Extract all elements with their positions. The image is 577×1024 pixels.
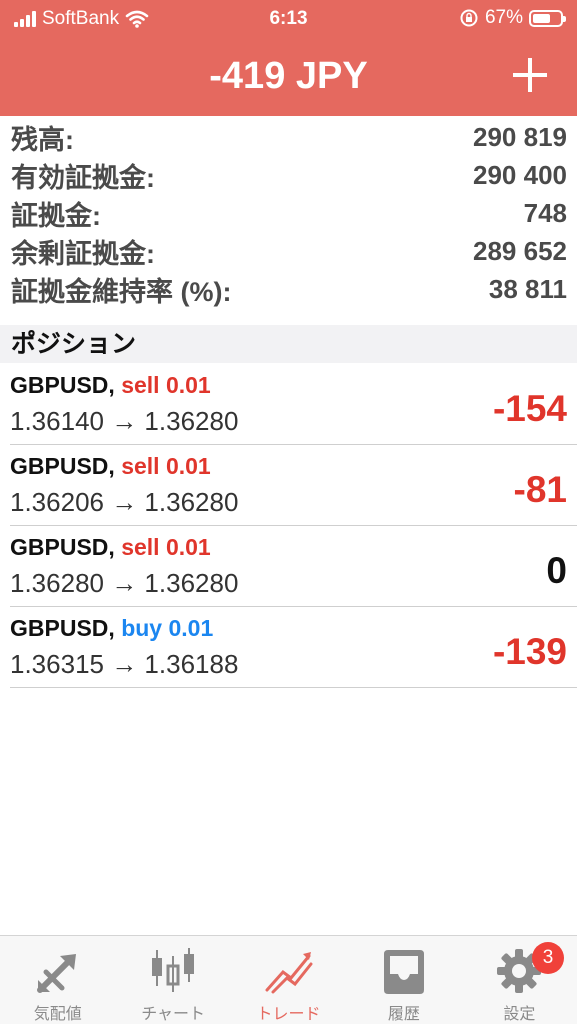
summary-row-margin: 証拠金: 748 (0, 194, 577, 232)
page-title: -419 JPY (209, 55, 368, 97)
summary-label: 余剰証拠金: (11, 238, 155, 269)
position-side: sell 0.01 (121, 534, 211, 560)
position-symbol: GBPUSD, (10, 372, 115, 398)
summary-row-free-margin: 余剰証拠金: 289 652 (0, 232, 577, 270)
position-symbol: GBPUSD, (10, 615, 115, 641)
summary-row-equity: 有効証拠金: 290 400 (0, 156, 577, 194)
tab-label: 履歴 (387, 1006, 420, 1023)
position-profit: -81 (513, 469, 567, 510)
position-title: GBPUSD, sell 0.01 (10, 534, 211, 561)
position-title: GBPUSD, sell 0.01 (10, 372, 211, 399)
positions-list: GBPUSD, sell 0.01 1.36140 → 1.36280 -154… (0, 364, 577, 688)
summary-label: 有効証拠金: (11, 162, 155, 193)
summary-value: 748 (523, 197, 567, 228)
tab-label: チャート (141, 1006, 206, 1023)
position-profit: -154 (492, 388, 567, 429)
position-symbol: GBPUSD, (10, 534, 115, 560)
inbox-history-icon (383, 950, 424, 994)
summary-row-balance: 残高: 290 819 (0, 118, 577, 156)
position-row[interactable]: GBPUSD, sell 0.01 1.36206 → 1.36280 -81 (10, 445, 577, 526)
status-bar: SoftBank 6:13 67% (0, 0, 577, 38)
quotes-arrows-icon (36, 954, 76, 993)
position-row[interactable]: GBPUSD, buy 0.01 1.36315 → 1.36188 -139 (10, 607, 577, 688)
summary-value: 290 819 (473, 121, 567, 152)
position-title: GBPUSD, sell 0.01 (10, 453, 211, 480)
tab-label: 気配値 (33, 1006, 82, 1023)
tab-quotes[interactable]: 気配値 (0, 936, 115, 1024)
position-prices: 1.36206 → 1.36280 (10, 487, 239, 517)
tab-label: トレード (256, 1006, 321, 1023)
position-row[interactable]: GBPUSD, sell 0.01 1.36140 → 1.36280 -154 (10, 364, 577, 445)
position-profit: 0 (546, 550, 567, 591)
position-side: buy 0.01 (121, 615, 214, 641)
tab-chart[interactable]: チャート (115, 936, 230, 1024)
summary-row-margin-level: 証拠金維持率 (%): 38 811 (0, 270, 577, 308)
account-summary: 残高: 290 819 有効証拠金: 290 400 証拠金: 748 余剰証拠… (0, 118, 577, 308)
tab-history[interactable]: 履歴 (346, 936, 461, 1024)
settings-badge: 3 (532, 942, 564, 974)
summary-label: 証拠金維持率 (%): (11, 276, 232, 307)
tab-label: 設定 (503, 1006, 536, 1023)
status-right: 67% (459, 7, 566, 29)
positions-section-header: ポジション (0, 325, 577, 363)
position-row[interactable]: GBPUSD, sell 0.01 1.36280 → 1.36280 0 (10, 526, 577, 607)
position-prices: 1.36280 → 1.36280 (10, 568, 239, 598)
position-profit: -139 (492, 631, 567, 672)
position-side: sell 0.01 (121, 453, 211, 479)
summary-value: 290 400 (473, 159, 567, 190)
plus-icon[interactable] (513, 58, 547, 92)
summary-value: 38 811 (488, 273, 567, 304)
battery-icon (529, 9, 566, 27)
position-title: GBPUSD, buy 0.01 (10, 615, 213, 642)
tab-trade[interactable]: トレード (231, 936, 346, 1024)
position-prices: 1.36315 → 1.36188 (10, 649, 239, 679)
orientation-lock-icon (460, 9, 478, 27)
bottom-tab-bar: 気配値 チャート トレード 履歴 設定 (0, 935, 577, 1024)
position-side: sell 0.01 (121, 372, 211, 398)
position-symbol: GBPUSD, (10, 453, 115, 479)
summary-label: 残高: (11, 124, 74, 155)
summary-value: 289 652 (473, 235, 567, 266)
trade-trend-icon (265, 952, 313, 994)
candlestick-chart-icon (152, 948, 195, 992)
position-prices: 1.36140 → 1.36280 (10, 406, 239, 436)
app-header: SoftBank 6:13 67% -419 JPY (0, 0, 577, 116)
battery-percent: 67% (484, 7, 523, 28)
summary-label: 証拠金: (11, 200, 101, 231)
